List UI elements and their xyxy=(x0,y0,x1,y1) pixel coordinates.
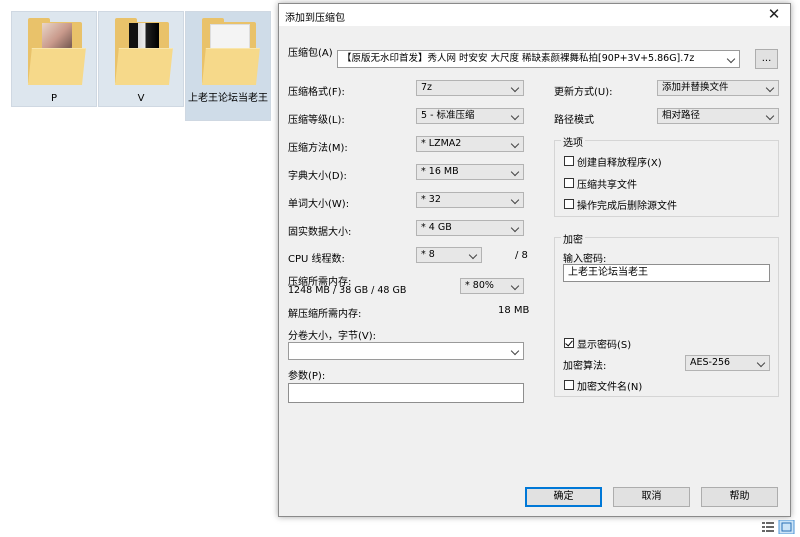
split-size-combo[interactable] xyxy=(288,342,524,360)
encrypt-names-checkbox[interactable] xyxy=(564,380,574,390)
word-value: * 32 xyxy=(421,194,441,205)
mem-percent-combo[interactable]: * 80% xyxy=(460,278,524,294)
folder-icon xyxy=(202,18,260,88)
path-combo[interactable]: 相对路径 xyxy=(657,108,779,124)
folder-laowang[interactable]: 上老王论坛当老王 xyxy=(185,11,271,121)
password-input[interactable]: 上老王论坛当老王 xyxy=(563,264,770,282)
chevron-down-icon xyxy=(756,358,766,368)
ok-button[interactable]: 确定 xyxy=(525,487,602,507)
chevron-down-icon xyxy=(765,111,775,121)
cancel-button[interactable]: 取消 xyxy=(613,487,690,507)
delete-checkbox[interactable] xyxy=(564,199,574,209)
folder-v[interactable]: V xyxy=(98,11,184,107)
folder-p[interactable]: P xyxy=(11,11,97,107)
dict-combo[interactable]: * 16 MB xyxy=(416,164,524,180)
chevron-down-icon xyxy=(510,167,520,177)
path-value: 相对路径 xyxy=(662,110,701,121)
enc-method-value: AES-256 xyxy=(690,357,731,368)
chevron-down-icon xyxy=(726,54,736,64)
shared-checkbox[interactable] xyxy=(564,178,574,188)
view-toggle xyxy=(760,519,796,535)
level-combo[interactable]: 5 - 标准压缩 xyxy=(416,108,524,124)
folder-icon xyxy=(28,18,86,88)
chevron-down-icon xyxy=(510,83,520,93)
level-label: 压缩等级(L): xyxy=(288,115,345,126)
method-combo[interactable]: * LZMA2 xyxy=(416,136,524,152)
sfx-checkbox[interactable] xyxy=(564,156,574,166)
update-value: 添加并替换文件 xyxy=(662,82,729,93)
shared-label: 压缩共享文件 xyxy=(577,180,637,191)
encryption-group: 加密 输入密码: 上老王论坛当老王 显示密码(S) 加密算法: AES-256 … xyxy=(554,231,779,397)
options-title: 选项 xyxy=(561,134,585,149)
decomp-value: 18 MB xyxy=(498,305,530,316)
cpu-total: / 8 xyxy=(515,250,528,261)
help-button[interactable]: 帮助 xyxy=(701,487,778,507)
archive-name-value: 【原版无水印首发】秀人网 时安安 大尺度 稀缺素颜裸舞私拍[90P+3V+5.8… xyxy=(342,53,695,64)
enc-method-label: 加密算法: xyxy=(563,361,607,372)
chevron-down-icon xyxy=(510,223,520,233)
delete-label: 操作完成后删除源文件 xyxy=(577,201,677,212)
sfx-label: 创建自释放程序(X) xyxy=(577,158,662,169)
method-label: 压缩方法(M): xyxy=(288,143,348,154)
archive-label: 压缩包(A) xyxy=(288,48,333,59)
decomp-label: 解压缩所需内存: xyxy=(288,309,362,320)
chevron-down-icon xyxy=(510,281,520,291)
cpu-value: * 8 xyxy=(421,249,435,260)
dict-value: * 16 MB xyxy=(421,166,459,177)
folder-label: 上老王论坛当老王 xyxy=(188,93,268,104)
encryption-title: 加密 xyxy=(561,231,585,246)
method-value: * LZMA2 xyxy=(421,138,462,149)
cpu-label: CPU 线程数: xyxy=(288,254,345,265)
chevron-down-icon xyxy=(510,195,520,205)
details-view-icon[interactable] xyxy=(760,519,796,535)
archive-name-combo[interactable]: 【原版无水印首发】秀人网 时安安 大尺度 稀缺素颜裸舞私拍[90P+3V+5.8… xyxy=(337,50,740,68)
encrypt-names-label: 加密文件名(N) xyxy=(577,382,643,393)
chevron-down-icon xyxy=(765,83,775,93)
update-combo[interactable]: 添加并替换文件 xyxy=(657,80,779,96)
chevron-down-icon xyxy=(510,111,520,121)
show-password-checkbox[interactable] xyxy=(564,338,574,348)
chevron-down-icon xyxy=(468,250,478,260)
folder-label: P xyxy=(50,93,58,104)
params-input[interactable] xyxy=(288,383,524,403)
show-password-label: 显示密码(S) xyxy=(577,340,632,351)
split-label: 分卷大小，字节(V): xyxy=(288,331,377,342)
cpu-combo[interactable]: * 8 xyxy=(416,247,482,263)
dict-label: 字典大小(D): xyxy=(288,171,347,182)
format-value: 7z xyxy=(421,82,433,93)
chevron-down-icon xyxy=(510,139,520,149)
level-value: 5 - 标准压缩 xyxy=(421,110,475,121)
password-label: 输入密码: xyxy=(563,254,607,265)
format-label: 压缩格式(F): xyxy=(288,87,345,98)
params-label: 参数(P): xyxy=(288,371,326,382)
title-bar: 添加到压缩包 ✕ xyxy=(279,4,790,26)
format-combo[interactable]: 7z xyxy=(416,80,524,96)
solid-label: 固实数据大小: xyxy=(288,227,352,238)
folder-label: V xyxy=(137,93,145,104)
add-to-archive-dialog: 添加到压缩包 ✕ 压缩包(A) 【原版无水印首发】秀人网 时安安 大尺度 稀缺素… xyxy=(278,3,791,517)
solid-value: * 4 GB xyxy=(421,222,452,233)
options-group: 选项 创建自释放程序(X) 压缩共享文件 操作完成后删除源文件 xyxy=(554,134,779,217)
word-label: 单词大小(W): xyxy=(288,199,350,210)
path-label: 路径模式 xyxy=(554,115,594,126)
enc-method-combo[interactable]: AES-256 xyxy=(685,355,770,371)
chevron-down-icon xyxy=(510,346,520,356)
solid-combo[interactable]: * 4 GB xyxy=(416,220,524,236)
folder-icon xyxy=(115,18,173,88)
update-label: 更新方式(U): xyxy=(554,87,613,98)
browse-button[interactable]: ... xyxy=(755,49,778,69)
dialog-title: 添加到压缩包 xyxy=(285,13,345,24)
close-icon[interactable]: ✕ xyxy=(766,6,782,22)
mem-percent-value: * 80% xyxy=(465,280,494,291)
mem-value: 1248 MB / 38 GB / 48 GB xyxy=(288,285,407,296)
word-combo[interactable]: * 32 xyxy=(416,192,524,208)
